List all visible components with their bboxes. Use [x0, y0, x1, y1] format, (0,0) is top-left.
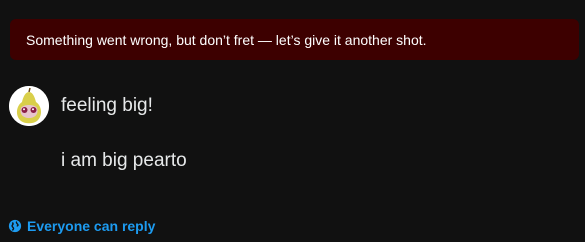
post-line: feeling big!: [61, 95, 153, 116]
avatar[interactable]: [9, 86, 49, 126]
reply-setting-label: Everyone can reply: [27, 218, 156, 234]
post-line: i am big pearto: [61, 150, 187, 171]
globe-icon: [8, 219, 22, 233]
pear-avatar-icon: [9, 86, 49, 126]
reply-setting-button[interactable]: Everyone can reply: [8, 217, 155, 235]
error-banner: Something went wrong, but don’t fret — l…: [10, 19, 579, 60]
error-message: Something went wrong, but don’t fret — l…: [26, 31, 427, 48]
